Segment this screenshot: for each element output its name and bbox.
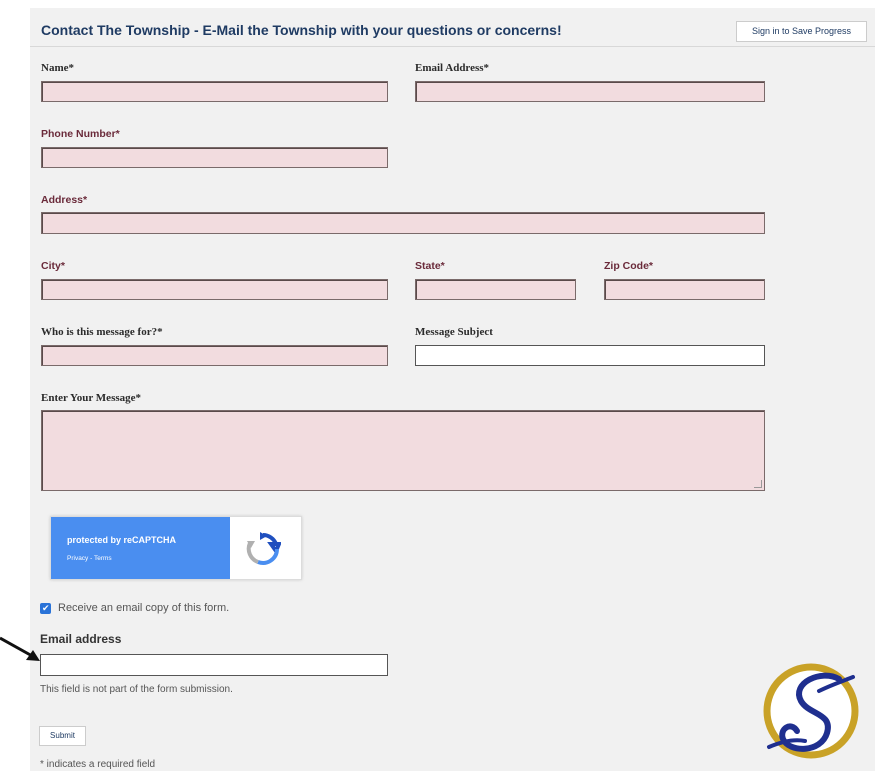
- recaptcha-links[interactable]: Privacy - Terms: [67, 555, 112, 562]
- recipient-label: Who is this message for?*: [41, 326, 163, 338]
- city-label: City*: [41, 260, 65, 272]
- sign-in-save-progress-button[interactable]: Sign in to Save Progress: [736, 21, 867, 42]
- copy-email-label: Email address: [40, 632, 122, 646]
- zip-code-label: Zip Code*: [604, 260, 653, 272]
- address-label: Address*: [41, 194, 88, 206]
- header-divider: [30, 46, 875, 47]
- recaptcha-text: protected by reCAPTCHA: [67, 535, 177, 545]
- name-input[interactable]: [41, 81, 388, 102]
- email-address-input[interactable]: [415, 81, 765, 102]
- phone-number-label: Phone Number*: [41, 128, 120, 140]
- city-input[interactable]: [41, 279, 388, 300]
- resize-handle-icon[interactable]: [754, 480, 762, 488]
- name-label: Name*: [41, 62, 74, 74]
- required-field-note: * indicates a required field: [40, 759, 156, 770]
- zip-code-input[interactable]: [604, 279, 765, 300]
- email-copy-label: Receive an email copy of this form.: [58, 602, 230, 614]
- state-input[interactable]: [415, 279, 576, 300]
- copy-email-note: This field is not part of the form submi…: [40, 684, 233, 695]
- form-title: Contact The Township - E-Mail the Townsh…: [41, 22, 562, 38]
- submit-button[interactable]: Submit: [39, 726, 86, 746]
- message-textarea[interactable]: [41, 410, 765, 491]
- recaptcha-banner: protected by reCAPTCHA Privacy - Terms: [51, 517, 230, 579]
- arrow-pointer-icon: [0, 636, 40, 661]
- email-address-label: Email Address*: [415, 62, 490, 74]
- recaptcha-widget[interactable]: protected by reCAPTCHA Privacy - Terms: [50, 516, 302, 580]
- state-label: State*: [415, 260, 445, 272]
- copy-email-input[interactable]: [40, 654, 388, 676]
- phone-number-input[interactable]: [41, 147, 388, 168]
- recipient-select[interactable]: [41, 345, 388, 366]
- message-subject-input[interactable]: [415, 345, 765, 366]
- message-label: Enter Your Message*: [41, 392, 142, 404]
- township-s-logo: [763, 663, 859, 759]
- checkmark-icon: ✔: [42, 603, 50, 613]
- email-copy-checkbox[interactable]: ✔: [40, 603, 51, 614]
- address-input[interactable]: [41, 212, 765, 234]
- recaptcha-icon: [246, 532, 281, 565]
- form-panel: Contact The Township - E-Mail the Townsh…: [30, 8, 875, 771]
- message-subject-label: Message Subject: [415, 326, 493, 338]
